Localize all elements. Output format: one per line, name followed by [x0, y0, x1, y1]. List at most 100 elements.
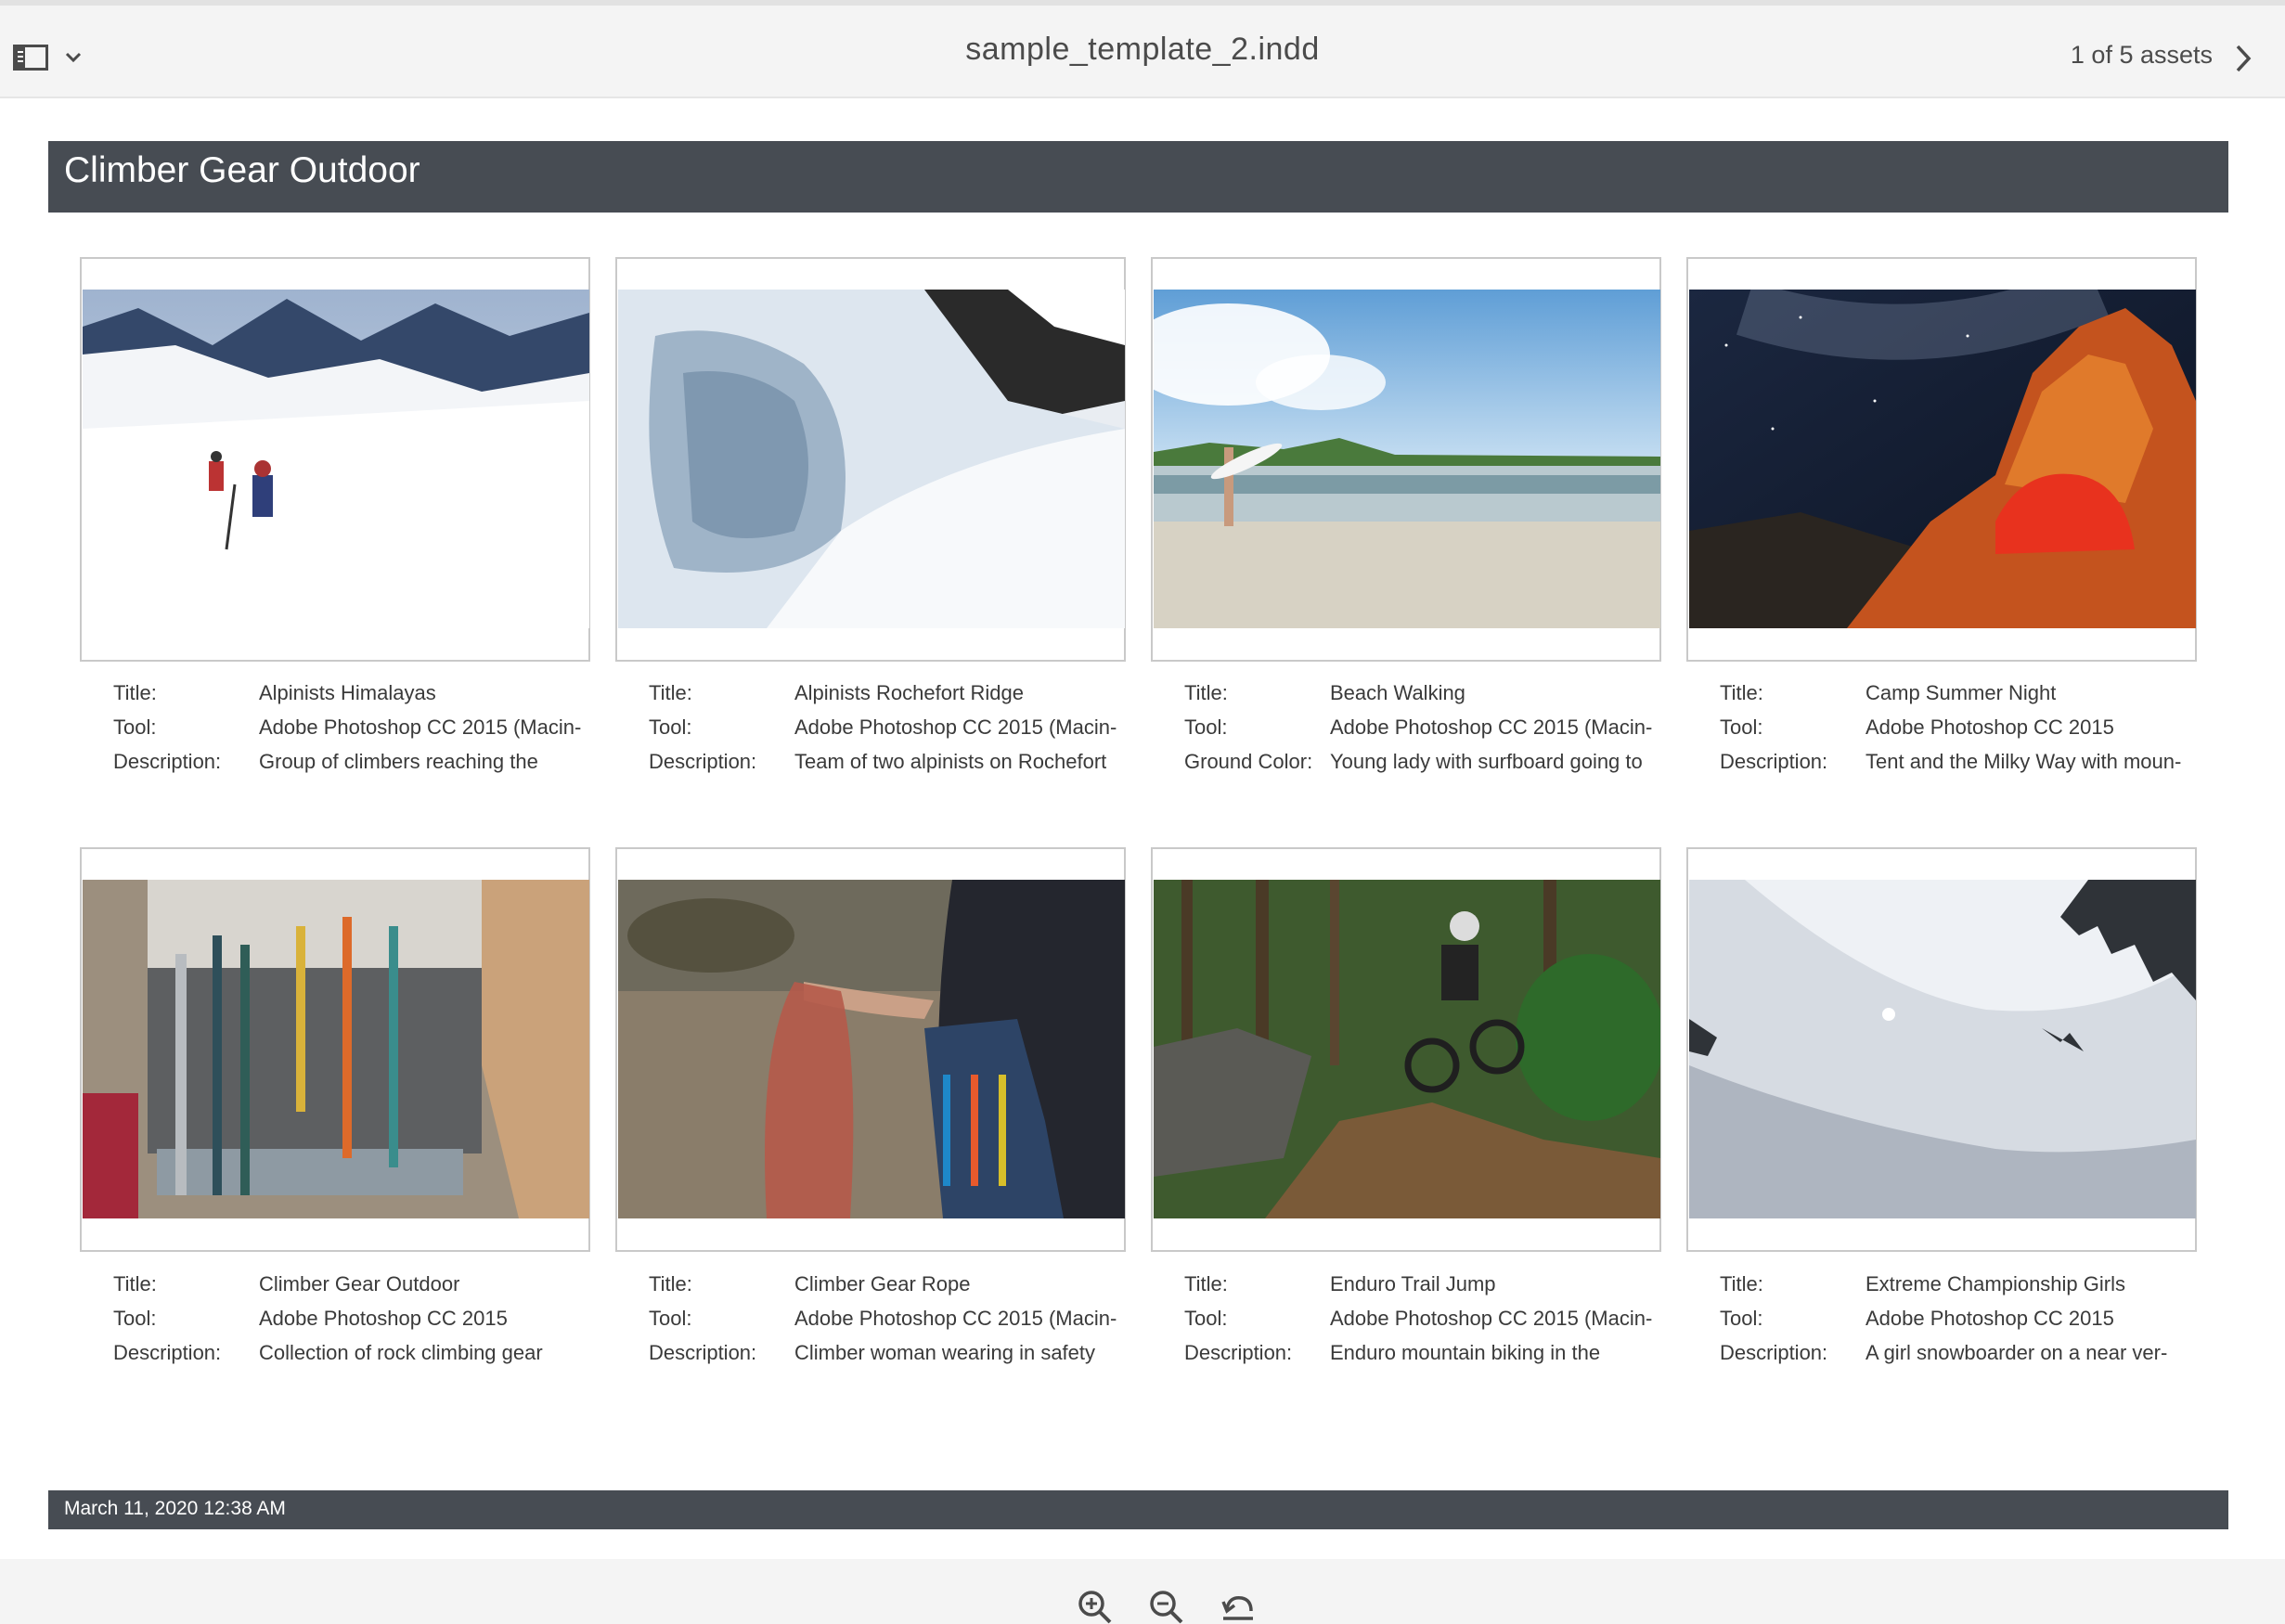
metadata-label: Tool:: [649, 1307, 692, 1330]
metadata-value: Adobe Photoshop CC 2015: [259, 1307, 508, 1330]
asset-metadata: Title: Beach Walking Tool: Adobe Photoshop…: [1184, 676, 1685, 779]
metadata-row: Ground Color: Young lady with surfboard g…: [1184, 744, 1685, 779]
zoom-in-icon[interactable]: [1077, 1589, 1114, 1624]
metadata-row: Tool: Adobe Photoshop CC 2015 (Macin-: [1184, 710, 1685, 744]
top-toolbar: sample_template_2.indd 1 of 5 assets: [0, 0, 2285, 98]
asset-thumbnail-image: [1154, 290, 1660, 628]
metadata-row: Title: Extreme Championship Girls: [1720, 1267, 2221, 1301]
metadata-label: Title:: [649, 681, 692, 704]
metadata-row: Title: Climber Gear Rope: [649, 1267, 1150, 1301]
metadata-row: Tool: Adobe Photoshop CC 2015 (Macin-: [649, 710, 1150, 744]
metadata-label: Tool:: [1184, 715, 1228, 739]
metadata-label: Tool:: [1184, 1307, 1228, 1330]
asset-card[interactable]: [1151, 257, 1661, 662]
page-header: Climber Gear Outdoor: [48, 141, 2228, 213]
metadata-value: Enduro Trail Jump: [1330, 1272, 1496, 1295]
metadata-label: Description:: [649, 750, 757, 773]
metadata-row: Tool: Adobe Photoshop CC 2015: [1720, 710, 2221, 744]
metadata-label: Tool:: [649, 715, 692, 739]
metadata-label: Title:: [1184, 1272, 1228, 1295]
metadata-row: Description: A girl snowboarder on a near…: [1720, 1335, 2221, 1370]
metadata-row: Title: Enduro Trail Jump: [1184, 1267, 1685, 1301]
zoom-controls: [0, 1559, 2285, 1624]
metadata-label: Title:: [1720, 681, 1763, 704]
metadata-row: Tool: Adobe Photoshop CC 2015 (Macin-: [649, 1301, 1150, 1335]
metadata-row: Title: Climber Gear Outdoor: [113, 1267, 614, 1301]
metadata-row: Tool: Adobe Photoshop CC 2015 (Macin-: [1184, 1301, 1685, 1335]
asset-thumbnail-image: [1689, 290, 2196, 628]
metadata-row: Description: Team of two alpinists on Roc…: [649, 744, 1150, 779]
asset-thumbnail-image: [83, 880, 589, 1218]
zoom-out-icon[interactable]: [1148, 1589, 1185, 1624]
metadata-label: Title:: [1184, 681, 1228, 704]
page-footer: March 11, 2020 12:38 AM: [48, 1490, 2228, 1529]
metadata-value: Young lady with surfboard going to: [1330, 750, 1643, 773]
metadata-label: Title:: [113, 1272, 157, 1295]
metadata-value: Group of climbers reaching the: [259, 750, 538, 773]
asset-metadata: Title: Extreme Championship Girls Tool: Ad…: [1720, 1267, 2221, 1370]
reset-icon[interactable]: [1220, 1589, 1257, 1624]
page-title: Climber Gear Outdoor: [64, 150, 420, 190]
asset-card[interactable]: [1686, 257, 2197, 662]
metadata-value: Adobe Photoshop CC 2015 (Macin-: [259, 715, 582, 739]
metadata-row: Description: Tent and the Milky Way with …: [1720, 744, 2221, 779]
metadata-label: Title:: [1720, 1272, 1763, 1295]
metadata-label: Description:: [113, 1341, 222, 1364]
asset-metadata: Title: Climber Gear Outdoor Tool: Adobe Ph…: [113, 1267, 614, 1370]
metadata-row: Tool: Adobe Photoshop CC 2015 (Macin-: [113, 710, 614, 744]
metadata-label: Description:: [1720, 1341, 1828, 1364]
asset-card[interactable]: [615, 847, 1126, 1252]
metadata-row: Description: Group of climbers reaching t…: [113, 744, 614, 779]
metadata-value: Collection of rock climbing gear: [259, 1341, 543, 1364]
page-date: March 11, 2020 12:38 AM: [64, 1498, 286, 1519]
metadata-value: A girl snowboarder on a near ver-: [1865, 1341, 2168, 1364]
metadata-value: Beach Walking: [1330, 681, 1465, 704]
asset-metadata: Title: Enduro Trail Jump Tool: Adobe Photo…: [1184, 1267, 1685, 1370]
metadata-value: Alpinists Himalayas: [259, 681, 436, 704]
metadata-value: Tent and the Milky Way with moun-: [1865, 750, 2182, 773]
asset-metadata: Title: Climber Gear Rope Tool: Adobe Photo…: [649, 1267, 1150, 1370]
metadata-row: Title: Alpinists Rochefort Ridge: [649, 676, 1150, 710]
metadata-label: Title:: [113, 681, 157, 704]
asset-thumbnail-image: [1689, 880, 2196, 1218]
asset-metadata: Title: Alpinists Rochefort Ridge Tool: Ado…: [649, 676, 1150, 779]
asset-thumbnail-image: [83, 290, 589, 628]
asset-card[interactable]: [1686, 847, 2197, 1252]
metadata-row: Tool: Adobe Photoshop CC 2015: [113, 1301, 614, 1335]
asset-card[interactable]: [80, 847, 590, 1252]
metadata-label: Description:: [1184, 1341, 1293, 1364]
asset-thumbnail-image: [1154, 880, 1660, 1218]
asset-metadata: Title: Alpinists Himalayas Tool: Adobe Pho…: [113, 676, 614, 779]
asset-card[interactable]: [615, 257, 1126, 662]
asset-thumbnail-image: [618, 290, 1125, 628]
metadata-row: Tool: Adobe Photoshop CC 2015: [1720, 1301, 2221, 1335]
metadata-value: Adobe Photoshop CC 2015: [1865, 715, 2114, 739]
metadata-label: Tool:: [1720, 1307, 1763, 1330]
metadata-label: Description:: [649, 1341, 757, 1364]
metadata-label: Tool:: [113, 1307, 157, 1330]
metadata-row: Title: Beach Walking: [1184, 676, 1685, 710]
metadata-value: Team of two alpinists on Rochefort: [794, 750, 1107, 773]
metadata-label: Title:: [649, 1272, 692, 1295]
metadata-label: Tool:: [1720, 715, 1763, 739]
metadata-value: Adobe Photoshop CC 2015 (Macin-: [1330, 715, 1653, 739]
file-name: sample_template_2.indd: [965, 32, 1320, 67]
metadata-value: Climber Gear Outdoor: [259, 1272, 460, 1295]
metadata-value: Camp Summer Night: [1865, 681, 2057, 704]
metadata-label: Description:: [1720, 750, 1828, 773]
metadata-row: Description: Climber woman wearing in saf…: [649, 1335, 1150, 1370]
asset-thumbnail-image: [618, 880, 1125, 1218]
asset-card[interactable]: [1151, 847, 1661, 1252]
metadata-value: Adobe Photoshop CC 2015 (Macin-: [794, 715, 1117, 739]
metadata-value: Adobe Photoshop CC 2015 (Macin-: [794, 1307, 1117, 1330]
asset-card[interactable]: [80, 257, 590, 662]
metadata-value: Adobe Photoshop CC 2015: [1865, 1307, 2114, 1330]
metadata-label: Tool:: [113, 715, 157, 739]
metadata-row: Description: Collection of rock climbing …: [113, 1335, 614, 1370]
metadata-value: Climber Gear Rope: [794, 1272, 971, 1295]
metadata-row: Title: Alpinists Himalayas: [113, 676, 614, 710]
metadata-value: Adobe Photoshop CC 2015 (Macin-: [1330, 1307, 1653, 1330]
metadata-value: Climber woman wearing in safety: [794, 1341, 1096, 1364]
metadata-value: Alpinists Rochefort Ridge: [794, 681, 1025, 704]
chevron-right-icon[interactable]: [2229, 43, 2257, 74]
